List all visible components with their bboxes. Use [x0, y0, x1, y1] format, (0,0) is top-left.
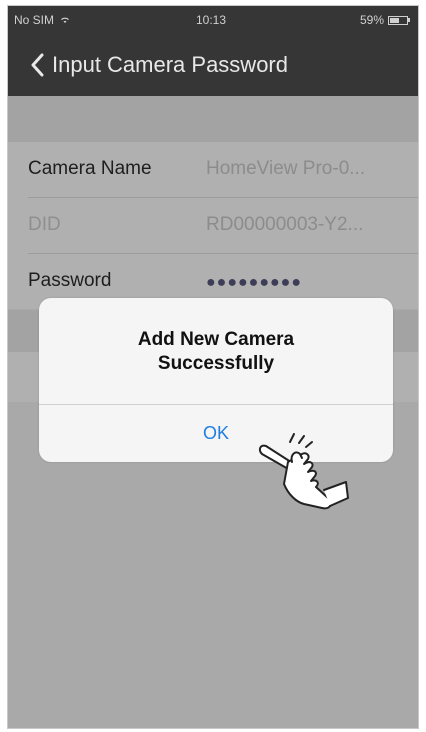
- battery-icon: [388, 15, 408, 25]
- did-value: RD00000003-Y2...: [206, 214, 364, 235]
- top-bar: No SIM 10:13 59% Input Camera Password: [8, 6, 418, 96]
- did-label: DID: [28, 214, 61, 235]
- chevron-left-icon: [31, 53, 44, 77]
- battery-fill: [390, 17, 399, 23]
- did-row: DID RD00000003-Y2...: [28, 198, 418, 254]
- carrier-text: No SIM: [14, 13, 70, 27]
- camera-name-value[interactable]: HomeView Pro-0...: [206, 158, 365, 180]
- password-label: Password: [28, 270, 112, 291]
- status-time: 10:13: [196, 13, 227, 27]
- camera-form: Camera Name HomeView Pro-0... DID RD0000…: [8, 142, 418, 309]
- status-bar: No SIM 10:13 59%: [8, 6, 418, 32]
- alert-title: Add New Camera Successfully: [39, 328, 393, 376]
- camera-name-row[interactable]: Camera Name HomeView Pro-0...: [28, 142, 418, 198]
- alert-title-line-2: Successfully: [157, 353, 275, 374]
- carrier-label: No SIM: [14, 13, 55, 27]
- battery-indicator: 59%: [360, 13, 410, 27]
- back-button[interactable]: Input Camera Password: [30, 52, 288, 78]
- wifi-icon: [61, 17, 70, 23]
- alert-title-line-1: Add New Camera: [137, 329, 295, 350]
- camera-name-label: Camera Name: [28, 158, 152, 179]
- battery-percent: 59%: [359, 13, 384, 27]
- phone-screen: No SIM 10:13 59% Input Camera Password C…: [7, 5, 419, 729]
- battery-tip: [408, 18, 410, 22]
- section-spacer: [8, 96, 418, 142]
- password-field[interactable]: ●●●●●●●●●: [206, 274, 302, 292]
- page-title: Input Camera Password: [52, 52, 288, 77]
- pointing-hand-icon: [258, 433, 349, 510]
